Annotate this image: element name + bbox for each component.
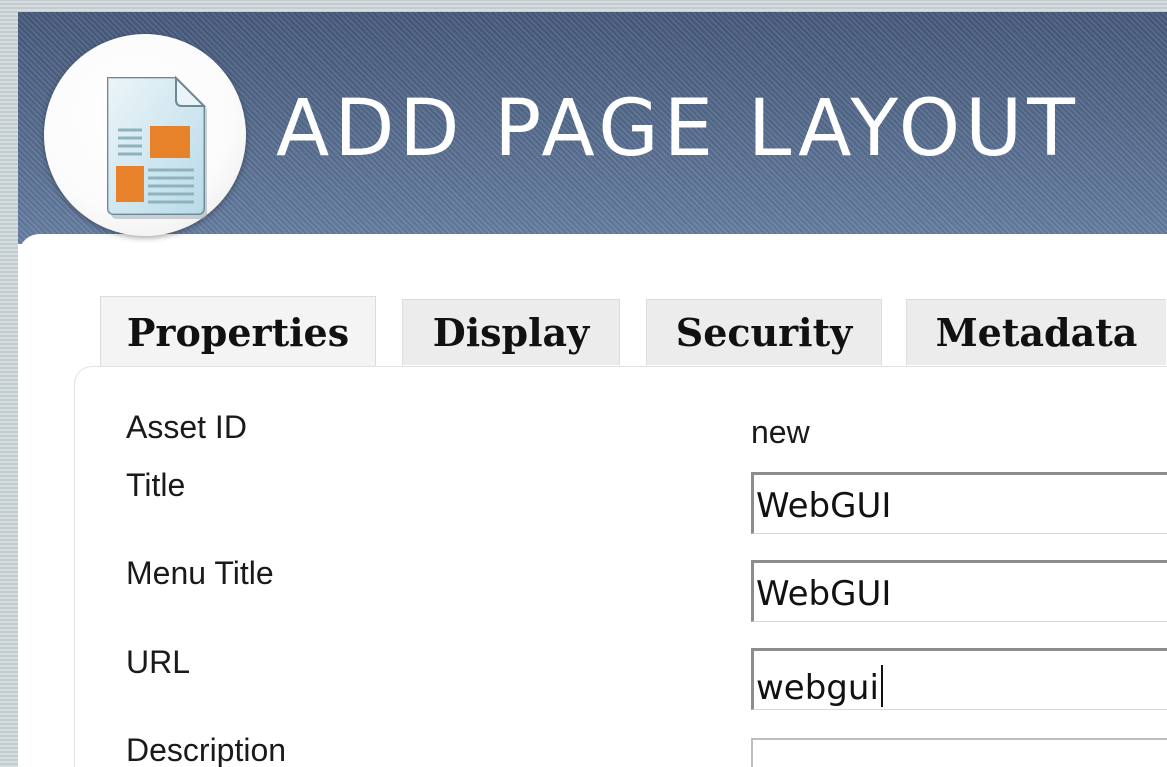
tab-label: Security [675,310,853,355]
tab-security[interactable]: Security [646,299,882,365]
tab-metadata[interactable]: Metadata [906,299,1166,365]
title-field[interactable]: WebGUI [751,472,1167,534]
tab-label: Display [432,310,590,355]
url-label: URL [126,644,191,680]
asset-id-label: Asset ID [126,409,247,445]
add-page-layout-window: ADD PAGE LAYOUT Properties Display Secur… [18,12,1167,767]
page-layout-icon [44,34,246,236]
content-area: Properties Display Security Metadata Ass… [18,234,1167,767]
tab-label: Properties [126,310,350,355]
title-label: Title [126,467,186,503]
description-label: Description [126,732,287,767]
tab-label: Metadata [935,310,1138,355]
url-field[interactable]: webgui [751,648,1167,710]
description-field[interactable] [751,738,1167,767]
tab-properties[interactable]: Properties [100,296,376,368]
asset-id-value: new [751,414,810,450]
menu-title-label: Menu Title [126,555,274,591]
menu-title-field[interactable]: WebGUI [751,560,1167,622]
title-field-value: WebGUI [756,486,892,526]
page-title: ADD PAGE LAYOUT [276,84,1080,174]
url-field-value: webgui [756,668,879,708]
text-caret [880,665,883,707]
tab-display[interactable]: Display [402,299,620,365]
menu-title-field-value: WebGUI [756,574,892,614]
